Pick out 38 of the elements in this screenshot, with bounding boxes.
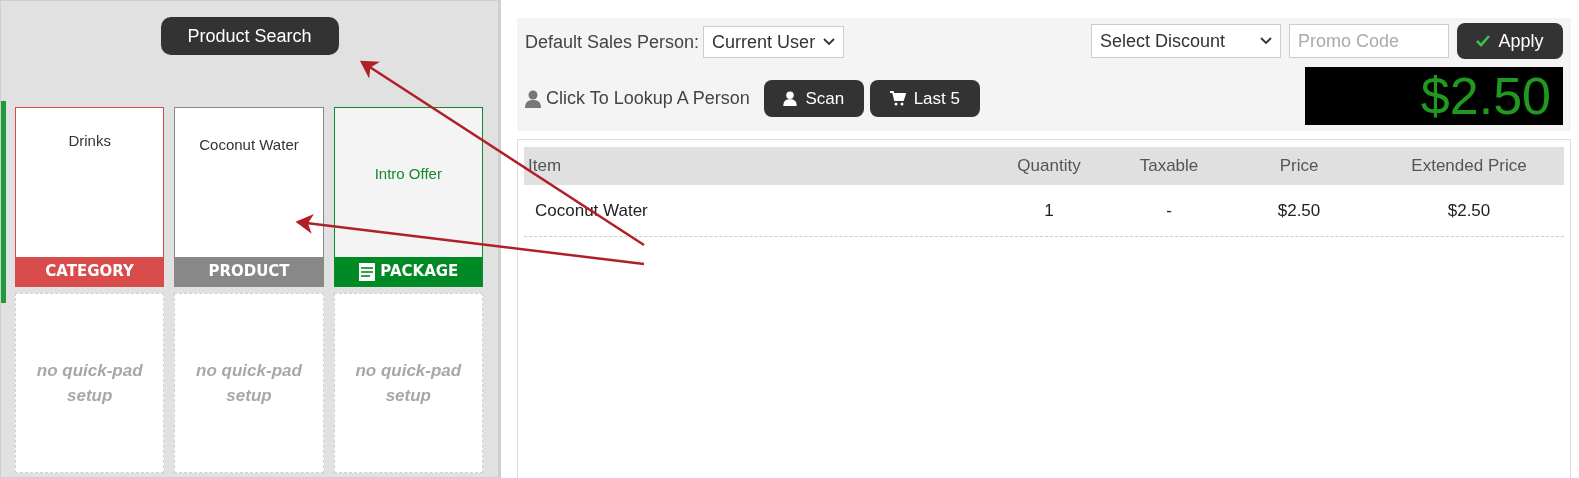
tile-type-label: CATEGORY [45, 261, 134, 283]
column-header: Item [527, 155, 563, 178]
table-cell-text: $2.50 [1276, 199, 1322, 222]
empty-tile-text: no quick-pad setup [35, 360, 144, 407]
quick-pad-tile[interactable]: Intro Offer PACKAGE [333, 107, 483, 287]
quick-pad-tile[interactable]: Coconut Water PRODUCT [174, 107, 324, 287]
apply-button[interactable]: Apply [1457, 23, 1563, 59]
discount-select[interactable]: Select Discount [1091, 24, 1281, 58]
tile-name: Intro Offer [374, 164, 442, 185]
tile-name: Coconut Water [199, 135, 299, 155]
table-cell-text: $2.50 [1446, 199, 1492, 222]
quick-pad-tile[interactable]: Drinks CATEGORY [15, 107, 165, 287]
sales-person-label: Default Sales Person: [525, 30, 700, 54]
document-icon [358, 261, 377, 282]
last-five-button[interactable]: Last 5 [869, 80, 980, 117]
chevron-down-icon [823, 38, 836, 46]
lookup-person-link[interactable]: Click To Lookup A Person [546, 85, 750, 112]
table-cell-text: 1 [1043, 199, 1055, 222]
column-header: Price [1278, 155, 1320, 178]
column-header: Taxable [1138, 155, 1200, 178]
person-icon [525, 89, 541, 108]
column-header: Extended Price [1410, 155, 1528, 178]
sales-person-select[interactable]: Current User [703, 26, 845, 58]
empty-tile-text: no quick-pad setup [195, 360, 303, 407]
tile-name: Drinks [68, 131, 111, 151]
empty-tile-text: no quick-pad setup [354, 360, 463, 407]
column-header: Quantity [1016, 155, 1082, 178]
scan-button[interactable]: Scan [763, 80, 864, 117]
promo-code-field[interactable]: Promo Code [1289, 24, 1449, 58]
chevron-down-icon [1260, 37, 1272, 45]
cart-icon [889, 91, 906, 106]
product-search-button[interactable]: Product Search [160, 17, 339, 55]
table-cell-text: - [1165, 199, 1173, 222]
person-icon [783, 91, 798, 106]
checkmark-icon [1476, 35, 1491, 47]
tile-type-label: PRODUCT [208, 261, 290, 283]
total-amount: $2.50 [1420, 70, 1551, 122]
tile-type-label: PACKAGE [380, 261, 459, 283]
